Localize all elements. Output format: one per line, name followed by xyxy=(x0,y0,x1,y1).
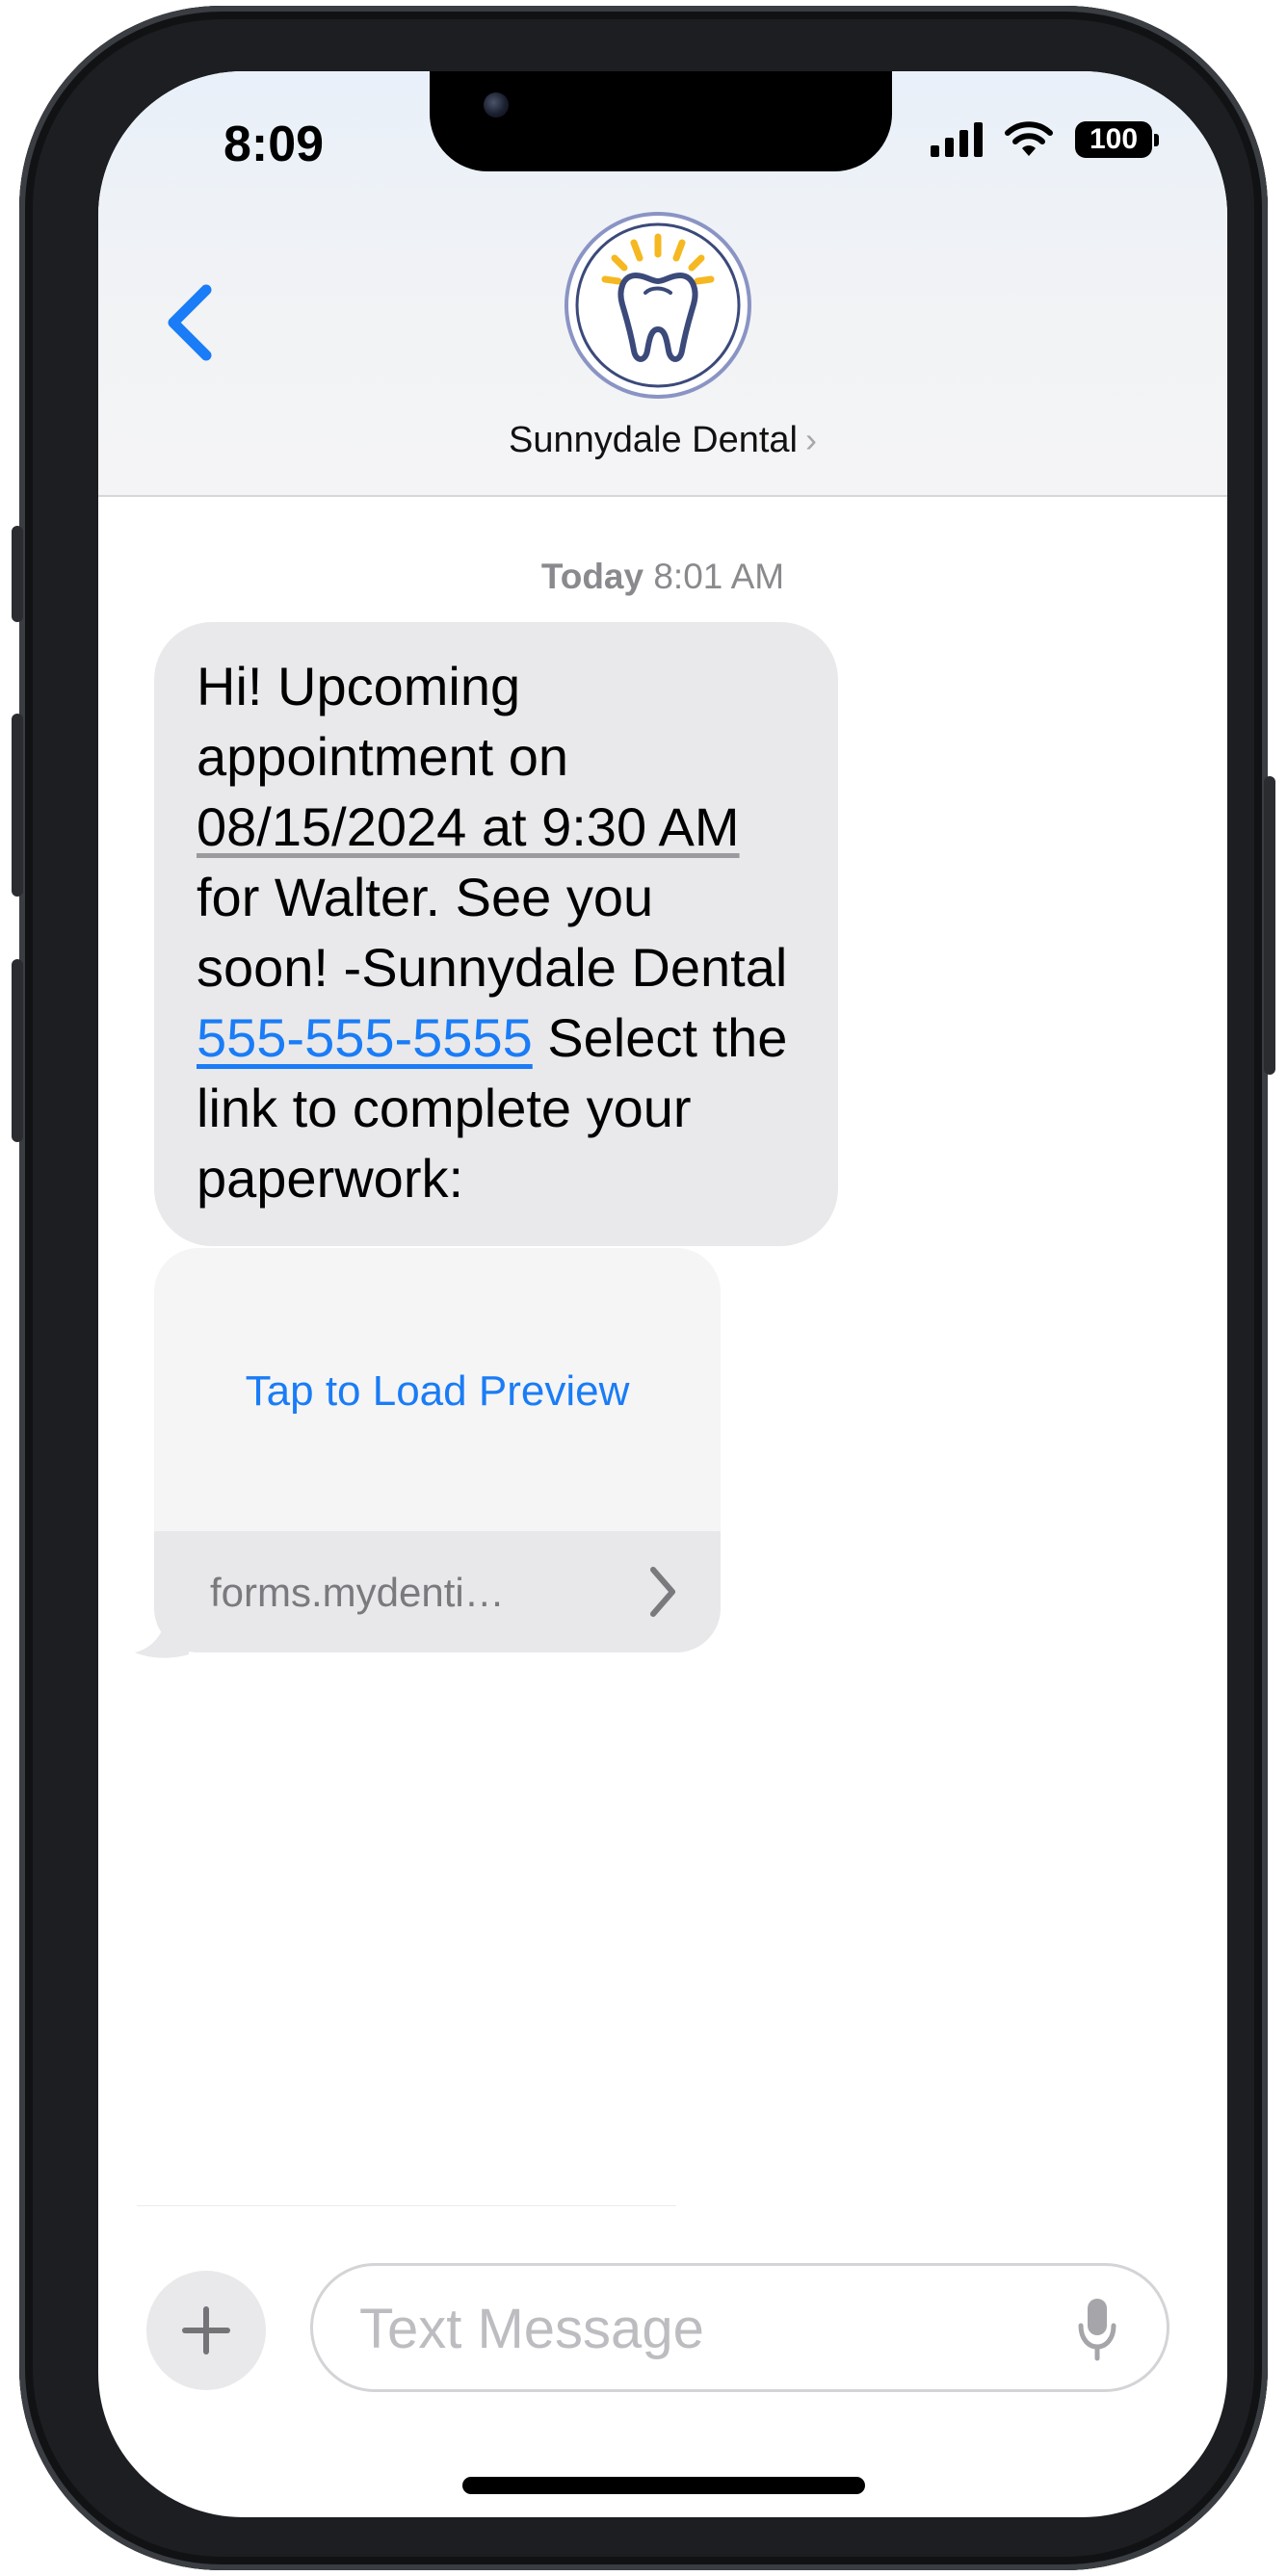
contact-name-button[interactable]: Sunnydale Dental › xyxy=(98,420,1227,461)
bubble-tail xyxy=(135,1608,189,1658)
timestamp-time: 8:01 AM xyxy=(653,557,785,596)
text-message-input[interactable] xyxy=(357,2291,1055,2366)
phone-frame: 8:09 100 Sunnydale Dental › Today 8:01 A… xyxy=(12,6,1275,2570)
contact-chevron-icon: › xyxy=(805,420,817,459)
apps-plus-button[interactable] xyxy=(146,2271,266,2390)
home-indicator[interactable] xyxy=(462,2477,865,2494)
volume-down-button xyxy=(12,959,23,1142)
plus-icon xyxy=(182,2306,230,2355)
divider xyxy=(137,2205,676,2206)
front-camera xyxy=(484,92,509,117)
power-button xyxy=(1264,776,1275,1075)
volume-up-button xyxy=(12,714,23,897)
status-time: 8:09 xyxy=(223,117,325,172)
action-button xyxy=(12,526,23,622)
message-composer[interactable] xyxy=(310,2263,1169,2392)
status-icons: 100 xyxy=(931,121,1159,158)
link-domain: forms.mydenti… xyxy=(210,1570,505,1615)
tooth-logo-icon xyxy=(575,222,741,388)
message-text-part-2: for Walter. See you soon! -Sunnydale Den… xyxy=(197,867,788,998)
link-preview-card[interactable]: Tap to Load Preview forms.mydenti… xyxy=(154,1248,721,1652)
screen: 8:09 100 Sunnydale Dental › Today 8:01 A… xyxy=(98,71,1227,2517)
tap-to-load-preview[interactable]: Tap to Load Preview xyxy=(154,1367,721,1416)
incoming-message-bubble[interactable]: Hi! Upcoming appointment on 08/15/2024 a… xyxy=(154,622,838,1246)
cellular-signal-icon xyxy=(931,122,983,157)
wifi-icon xyxy=(1005,121,1053,156)
battery-level: 100 xyxy=(1089,123,1139,155)
message-text-part-1: Hi! Upcoming appointment on xyxy=(197,656,569,787)
dynamic-island xyxy=(430,71,892,171)
microphone-icon[interactable] xyxy=(1076,2295,1118,2364)
message-timestamp: Today 8:01 AM xyxy=(98,557,1227,597)
appointment-date-link[interactable]: 08/15/2024 at 9:30 AM xyxy=(197,796,740,857)
back-button[interactable] xyxy=(146,269,233,375)
link-preview-footer[interactable]: forms.mydenti… xyxy=(154,1531,721,1652)
phone-number-link[interactable]: 555-555-5555 xyxy=(197,1007,533,1068)
chevron-right-icon xyxy=(650,1567,675,1617)
contact-name: Sunnydale Dental xyxy=(509,420,798,460)
contact-avatar[interactable] xyxy=(568,216,748,395)
timestamp-day: Today xyxy=(540,557,644,596)
link-preview-area[interactable]: Tap to Load Preview xyxy=(154,1248,721,1531)
back-chevron-icon xyxy=(168,284,212,361)
battery-icon: 100 xyxy=(1075,121,1159,158)
